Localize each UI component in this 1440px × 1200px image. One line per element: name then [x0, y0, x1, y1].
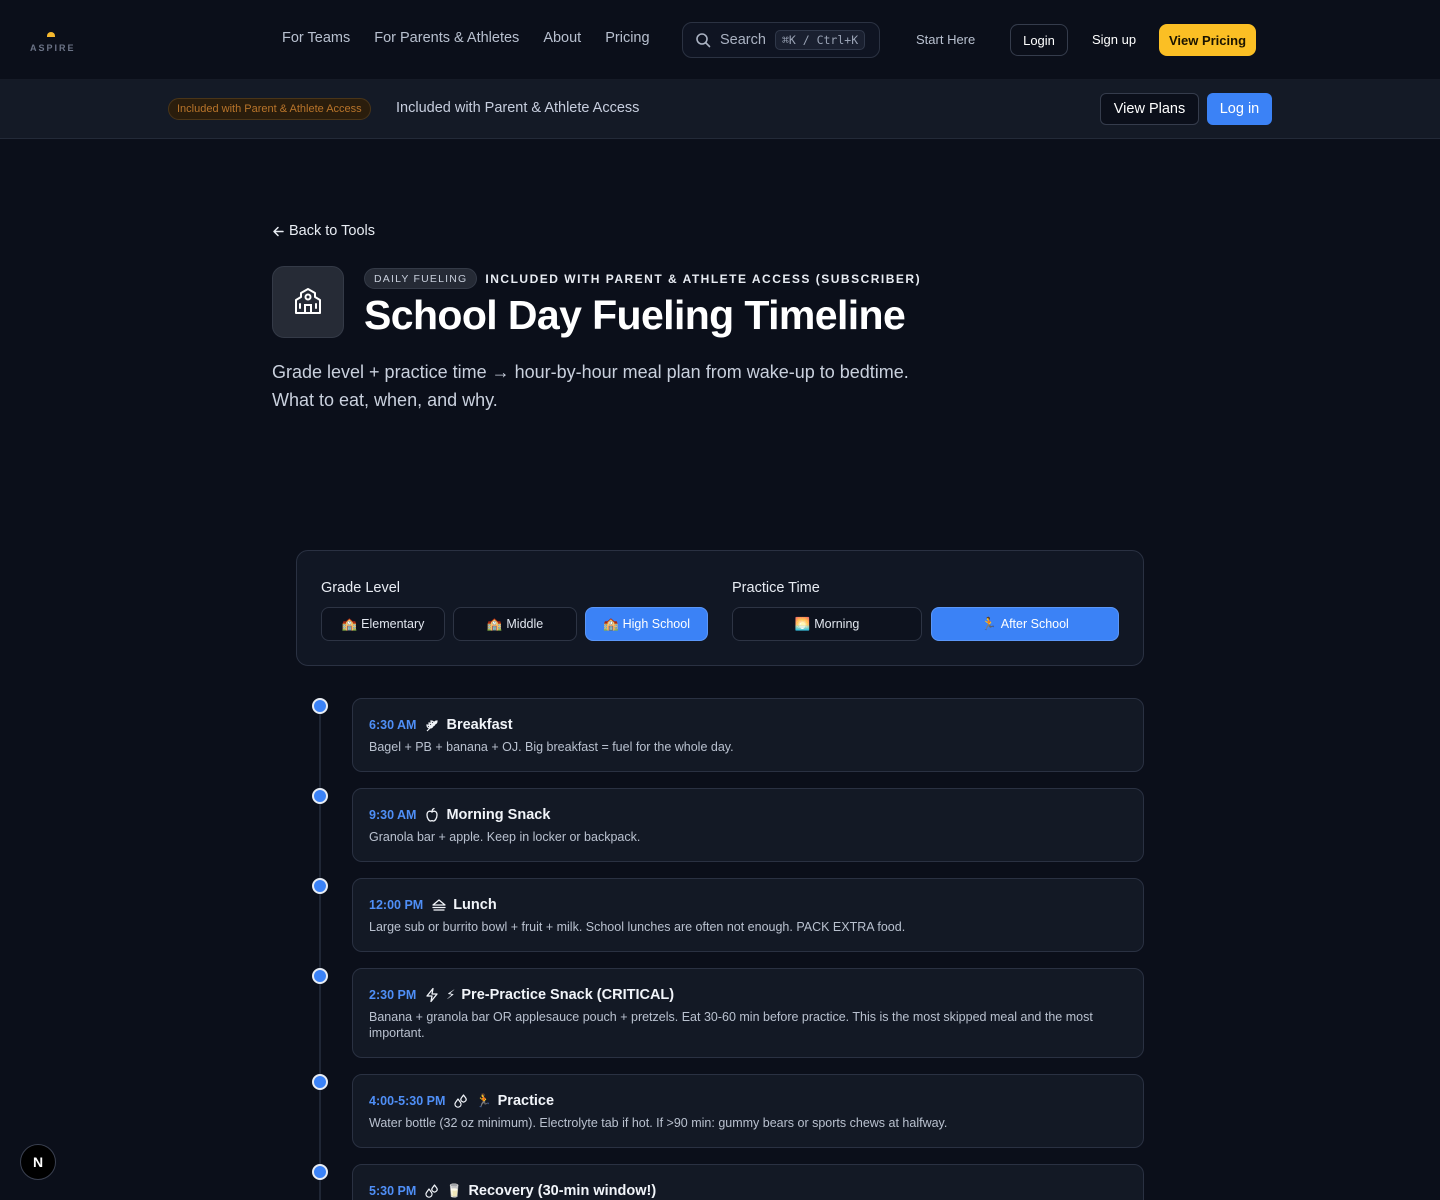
timeline-dot — [312, 878, 328, 894]
nav-links: For Teams For Parents & Athletes About P… — [282, 30, 650, 46]
view-pricing-button[interactable]: View Pricing — [1159, 24, 1256, 56]
search-label: Search — [720, 32, 766, 48]
timeline-item-breakfast: 6:30 AM Breakfast Bagel + PB + banana + … — [352, 698, 1144, 772]
wheat-icon — [426, 720, 439, 732]
timeline-description: Large sub or burrito bowl + fruit + milk… — [369, 920, 906, 934]
school-emoji-icon: 🏫 — [603, 616, 619, 631]
sunrise-emoji-icon: 🌅 — [794, 616, 811, 631]
timeline-dot — [312, 698, 328, 714]
nav-link-for-teams[interactable]: For Teams — [282, 30, 350, 46]
milk-emoji-icon: 🥛 — [446, 1183, 463, 1198]
sandwich-icon — [432, 899, 446, 911]
droplets-icon — [454, 1094, 468, 1108]
access-banner: Included with Parent & Athlete Access In… — [0, 80, 1440, 139]
view-plans-button[interactable]: View Plans — [1100, 93, 1199, 125]
timeline-title: Lunch — [453, 897, 497, 913]
access-text: Included with Parent & Athlete Access — [396, 100, 640, 116]
nav-link-about[interactable]: About — [543, 30, 581, 46]
grade-level-label: Grade Level — [321, 580, 400, 596]
practice-after-school-button[interactable]: 🏃 After School — [931, 607, 1119, 641]
timeline-title: Recovery (30-min window!) — [468, 1183, 657, 1199]
grade-label: High School — [622, 617, 690, 631]
timeline-dot — [312, 788, 328, 804]
nav-link-for-parents-athletes[interactable]: For Parents & Athletes — [374, 30, 519, 46]
timeline-title: Pre-Practice Snack (CRITICAL) — [461, 987, 675, 1003]
timeline-time: 4:00-5:30 PM — [369, 1094, 446, 1108]
timeline-time: 12:00 PM — [369, 898, 424, 912]
grade-label: Elementary — [361, 617, 425, 631]
practice-morning-button[interactable]: 🌅 Morning — [732, 607, 922, 641]
signup-link[interactable]: Sign up — [1092, 32, 1136, 47]
timeline-title: Practice — [497, 1093, 555, 1109]
page-title: School Day Fueling Timeline — [364, 292, 906, 338]
runner-emoji-icon: 🏃 — [475, 1093, 492, 1108]
page-description: Grade level + practice time → hour-by-ho… — [272, 362, 909, 410]
logo-text: ASPIRE — [30, 43, 76, 53]
timeline-title: Morning Snack — [446, 807, 551, 823]
controls-card: Grade Level 🏫 Elementary 🏫 Middle 🏫 High… — [296, 550, 1144, 666]
timeline-item-lunch: 12:00 PM Lunch Large sub or burrito bowl… — [352, 878, 1144, 952]
timeline-description: Water bottle (32 oz minimum). Electrolyt… — [369, 1116, 948, 1130]
access-pill: Included with Parent & Athlete Access — [168, 98, 371, 120]
log-in-button[interactable]: Log in — [1207, 93, 1272, 125]
nav-link-pricing[interactable]: Pricing — [605, 30, 649, 46]
grade-elementary-button[interactable]: 🏫 Elementary — [321, 607, 445, 641]
timeline-time: 9:30 AM — [369, 808, 417, 822]
back-label: Back to Tools — [289, 223, 375, 239]
school-icon — [272, 266, 344, 338]
arrow-left-icon — [273, 226, 284, 236]
runner-emoji-icon: 🏃 — [981, 616, 997, 631]
search-shortcut: ⌘K / Ctrl+K — [774, 30, 866, 50]
timeline-dot — [312, 1074, 328, 1090]
practice-label: Morning — [814, 617, 860, 631]
school-emoji-icon: 🏫 — [486, 616, 503, 631]
timeline-description: Granola bar + apple. Keep in locker or b… — [369, 830, 641, 844]
start-here-link[interactable]: Start Here — [916, 32, 975, 47]
timeline-item-morning-snack: 9:30 AM Morning Snack Granola bar + appl… — [352, 788, 1144, 862]
timeline-time: 2:30 PM — [369, 988, 417, 1002]
search-icon — [696, 33, 711, 48]
grade-high-school-button[interactable]: 🏫 High School — [585, 607, 708, 641]
logo[interactable]: ASPIRE — [28, 28, 78, 56]
timeline-item-pre-practice-snack: 2:30 PM ⚡ Pre-Practice Snack (CRITICAL) … — [352, 968, 1144, 1058]
login-button[interactable]: Login — [1010, 24, 1068, 56]
school-emoji-icon: 🏫 — [341, 616, 358, 631]
apple-icon — [426, 807, 439, 822]
hero-tags: DAILY FUELING INCLUDED WITH PARENT & ATH… — [364, 268, 921, 289]
dev-tools-badge[interactable]: N — [20, 1144, 56, 1180]
grade-middle-button[interactable]: 🏫 Middle — [453, 607, 577, 641]
zap-icon — [426, 987, 438, 1003]
timeline-description: Banana + granola bar OR applesauce pouch… — [369, 1010, 1093, 1040]
access-label: INCLUDED WITH PARENT & ATHLETE ACCESS (S… — [485, 271, 922, 286]
category-tag: DAILY FUELING — [364, 268, 478, 289]
top-nav: ASPIRE For Teams For Parents & Athletes … — [0, 0, 1440, 80]
sun-icon — [47, 32, 55, 37]
timeline-item-recovery: 5:30 PM 🥛 Recovery (30-min window!) — [352, 1164, 1144, 1200]
practice-time-label: Practice Time — [732, 580, 820, 596]
grade-label: Middle — [506, 617, 544, 631]
timeline-dot — [312, 1164, 328, 1180]
timeline-item-practice: 4:00-5:30 PM 🏃 Practice Water bottle (32… — [352, 1074, 1144, 1148]
practice-label: After School — [1000, 617, 1069, 631]
zap-emoji-icon: ⚡ — [446, 987, 456, 1002]
timeline-dot — [312, 968, 328, 984]
timeline-line — [319, 706, 321, 1200]
timeline-time: 5:30 PM — [369, 1184, 417, 1198]
back-to-tools-link[interactable]: Back to Tools — [272, 223, 375, 239]
timeline-description: Bagel + PB + banana + OJ. Big breakfast … — [369, 740, 734, 754]
search-button[interactable]: Search ⌘K / Ctrl+K — [682, 22, 880, 58]
timeline-title: Breakfast — [446, 717, 513, 733]
droplets-icon — [425, 1184, 438, 1198]
timeline-time: 6:30 AM — [369, 718, 417, 732]
